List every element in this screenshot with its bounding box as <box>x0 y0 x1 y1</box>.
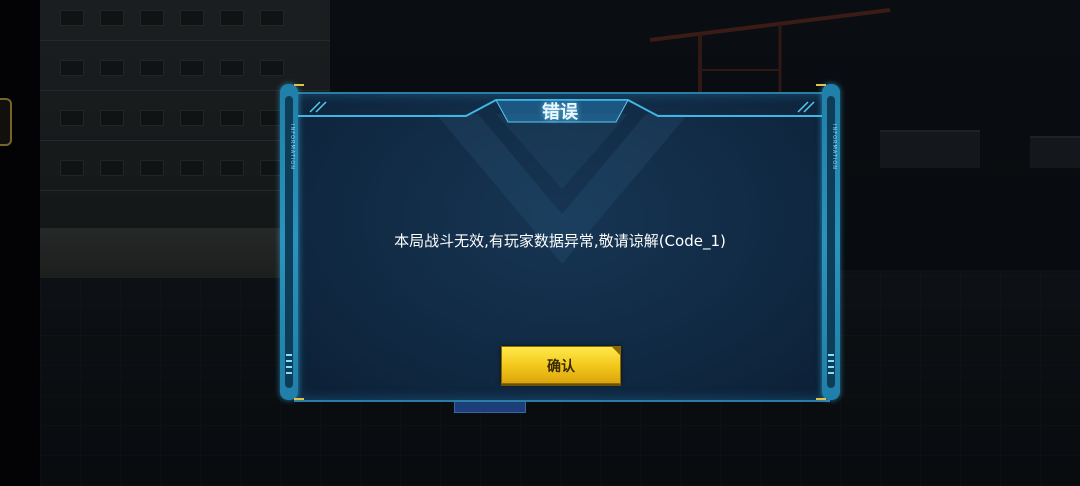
error-dialog: INFORMATION INFORMATION 错误 本局战斗无效,有玩家数据异… <box>280 84 840 402</box>
confirm-button-label: 确认 <box>547 359 575 375</box>
confirm-button[interactable]: 确认 <box>501 346 621 384</box>
button-corner-triangle <box>612 347 620 355</box>
corner-accent <box>294 84 304 86</box>
corner-accent <box>816 84 826 86</box>
error-message: 本局战斗无效,有玩家数据异常,敬请谅解(Code_1) <box>394 232 726 250</box>
right-frame-rail: INFORMATION <box>822 84 840 400</box>
corner-accent <box>294 398 304 400</box>
left-frame-rail: INFORMATION <box>280 84 298 400</box>
corner-accent <box>816 398 826 400</box>
dialog-title-bar: 错误 <box>298 92 822 123</box>
left-rail-text: INFORMATION <box>289 124 295 171</box>
right-rail-text: INFORMATION <box>831 124 837 171</box>
dialog-title: 错误 <box>542 102 578 123</box>
